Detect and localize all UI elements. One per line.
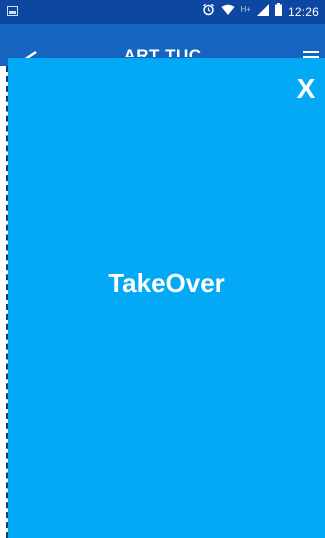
signal-icon — [256, 3, 269, 21]
image-icon — [7, 3, 18, 21]
battery-icon — [274, 3, 282, 21]
status-bar: H+ 12:26 — [0, 0, 325, 24]
network-type-label: H+ — [240, 4, 251, 14]
wifi-icon — [221, 3, 235, 21]
alarm-icon — [202, 3, 215, 21]
screen: H+ 12:26 ART TUC — [0, 0, 325, 538]
app-title: ART TUC — [0, 48, 325, 57]
takeover-title: TakeOver — [108, 268, 225, 298]
close-button[interactable]: X — [293, 72, 319, 106]
status-time: 12:26 — [287, 5, 319, 19]
takeover-overlay[interactable]: X TakeOver — [8, 58, 325, 538]
